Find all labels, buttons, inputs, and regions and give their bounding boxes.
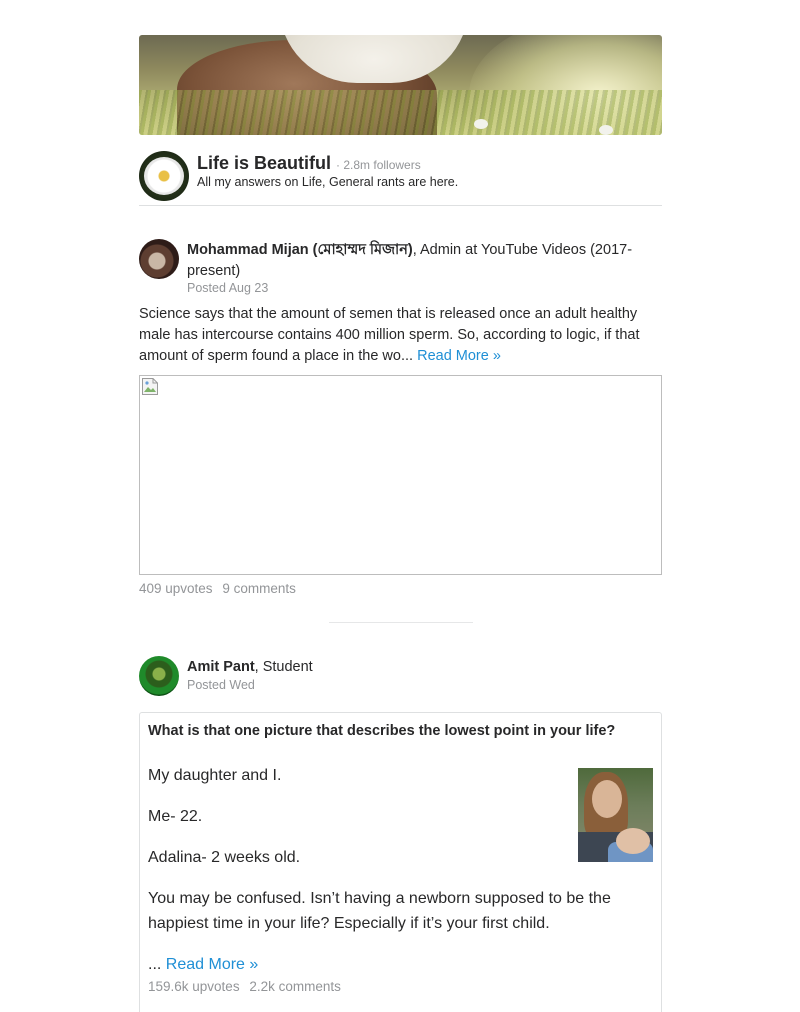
answer-thumbnail[interactable] xyxy=(578,768,653,862)
space-description: All my answers on Life, General rants ar… xyxy=(197,175,459,189)
author-line: Amit Pant, Student xyxy=(187,657,657,678)
post-date[interactable]: Posted Aug 23 xyxy=(187,281,268,295)
post-date[interactable]: Posted Wed xyxy=(187,678,255,692)
space-title[interactable]: Life is Beautiful · 2.8m followers xyxy=(197,153,421,174)
space-followers: · 2.8m followers xyxy=(336,158,421,172)
author-name[interactable]: Amit Pant xyxy=(187,659,255,675)
question-title[interactable]: What is that one picture that describes … xyxy=(148,723,615,739)
comment-count[interactable]: 9 comments xyxy=(222,581,296,596)
space-avatar[interactable] xyxy=(139,151,189,201)
broken-image-icon xyxy=(142,378,158,395)
feed-post: Amit Pant, Student Posted Wed What is th… xyxy=(139,655,662,1012)
space-header: Life is Beautiful · 2.8m followers All m… xyxy=(139,135,662,206)
answer-paragraph: My daughter and I. xyxy=(148,767,282,784)
author-line: Mohammad Mijan (মোহাম্মদ মিজান), Admin a… xyxy=(187,240,657,282)
upvote-count[interactable]: 159.6k upvotes xyxy=(148,979,240,994)
author-credential: , Student xyxy=(254,659,313,675)
comment-count[interactable]: 2.2k comments xyxy=(249,979,341,994)
post-body: Science says that the amount of semen th… xyxy=(139,304,662,367)
author-name[interactable]: Mohammad Mijan (মোহাম্মদ মিজান) xyxy=(187,242,413,258)
post-image[interactable] xyxy=(139,375,662,575)
space-page: Life is Beautiful · 2.8m followers All m… xyxy=(139,35,662,1012)
post-divider xyxy=(329,622,473,623)
read-more-link[interactable]: Read More » xyxy=(417,348,501,364)
post-author-row: Mohammad Mijan (মোহাম্মদ মিজান), Admin a… xyxy=(139,238,662,298)
post-body-text: Science says that the amount of semen th… xyxy=(139,306,640,364)
answer-paragraph: Me- 22. xyxy=(148,808,203,825)
answer-card[interactable]: What is that one picture that describes … xyxy=(139,712,662,1012)
post-stats: 409 upvotes 9 comments xyxy=(139,581,662,596)
space-name[interactable]: Life is Beautiful xyxy=(197,153,331,173)
post-stats: 159.6k upvotes 2.2k comments xyxy=(148,979,341,994)
upvote-count[interactable]: 409 upvotes xyxy=(139,581,213,596)
read-more-link[interactable]: Read More » xyxy=(166,956,259,973)
author-avatar[interactable] xyxy=(139,239,179,279)
space-banner-image xyxy=(139,35,662,135)
answer-read-more-line: ... Read More » xyxy=(148,952,258,977)
ellipsis: ... xyxy=(148,956,162,973)
answer-paragraph: You may be confused. Isn’t having a newb… xyxy=(148,890,611,932)
author-avatar[interactable] xyxy=(139,656,179,696)
answer-paragraph: Adalina- 2 weeks old. xyxy=(148,849,301,866)
feed-post: Mohammad Mijan (মোহাম্মদ মিজান), Admin a… xyxy=(139,238,662,596)
post-author-row: Amit Pant, Student Posted Wed xyxy=(139,655,662,715)
